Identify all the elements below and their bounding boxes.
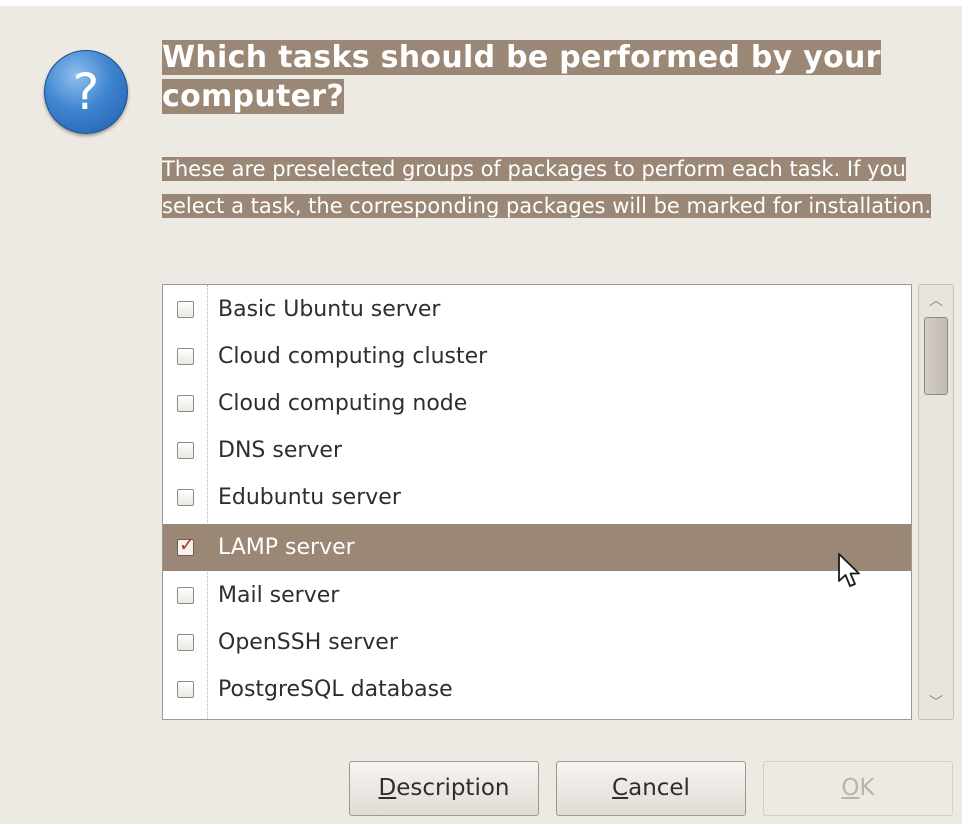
task-label: Edubuntu server bbox=[218, 485, 401, 510]
checkbox[interactable] bbox=[177, 489, 194, 506]
cancel-mnemonic: C bbox=[612, 775, 629, 801]
description-button[interactable]: Description bbox=[349, 761, 539, 816]
task-label: Mail server bbox=[218, 583, 340, 608]
mouse-pointer-icon bbox=[838, 553, 860, 587]
checkbox[interactable] bbox=[177, 301, 194, 318]
scroll-down-icon[interactable]: ﹀ bbox=[919, 693, 953, 713]
task-row-basic-ubuntu-server[interactable]: Basic Ubuntu server bbox=[163, 286, 911, 333]
ok-mnemonic: O bbox=[841, 775, 860, 801]
checkbox[interactable] bbox=[177, 587, 194, 604]
task-label: PostgreSQL database bbox=[218, 677, 453, 702]
checkbox-checked[interactable]: ✓ bbox=[177, 534, 195, 556]
task-row-lamp-server[interactable]: ✓ LAMP server bbox=[163, 524, 911, 571]
scroll-up-icon[interactable]: ︿ bbox=[919, 291, 953, 311]
dialog-title: Which tasks should be performed by your … bbox=[162, 38, 952, 116]
question-icon: ? bbox=[44, 50, 128, 134]
task-label: OpenSSH server bbox=[218, 630, 398, 655]
task-row-edubuntu-server[interactable]: Edubuntu server bbox=[163, 474, 911, 521]
task-row-postgresql-database[interactable]: PostgreSQL database bbox=[163, 666, 911, 713]
task-row-cloud-computing-node[interactable]: Cloud computing node bbox=[163, 380, 911, 427]
cancel-label: ancel bbox=[628, 775, 690, 801]
task-row-cloud-computing-cluster[interactable]: Cloud computing cluster bbox=[163, 333, 911, 380]
task-selection-dialog: ? Which tasks should be performed by you… bbox=[0, 6, 962, 824]
task-label: Cloud computing cluster bbox=[218, 344, 488, 369]
checkbox[interactable] bbox=[177, 634, 194, 651]
list-scrollbar[interactable]: ︿ ﹀ bbox=[918, 284, 954, 720]
checkmark-icon: ✓ bbox=[179, 534, 195, 556]
task-label: Cloud computing node bbox=[218, 391, 468, 416]
checkbox[interactable] bbox=[177, 348, 194, 365]
dialog-description-text: These are preselected groups of packages… bbox=[162, 157, 931, 218]
checkbox[interactable] bbox=[177, 442, 194, 459]
task-row-openssh-server[interactable]: OpenSSH server bbox=[163, 619, 911, 666]
ok-button[interactable]: OK bbox=[763, 761, 953, 816]
task-row-dns-server[interactable]: DNS server bbox=[163, 427, 911, 474]
dialog-description: These are preselected groups of packages… bbox=[162, 151, 962, 225]
checkbox[interactable] bbox=[177, 681, 194, 698]
cancel-button[interactable]: Cancel bbox=[556, 761, 746, 816]
description-mnemonic: D bbox=[378, 775, 397, 801]
task-label: DNS server bbox=[218, 438, 342, 463]
dialog-title-text: Which tasks should be performed by your … bbox=[162, 40, 881, 114]
task-label: LAMP server bbox=[218, 535, 355, 560]
task-label: Basic Ubuntu server bbox=[218, 297, 441, 322]
ok-label: K bbox=[859, 775, 875, 801]
task-row-mail-server[interactable]: Mail server bbox=[163, 572, 911, 619]
task-list[interactable]: Basic Ubuntu server Cloud computing clus… bbox=[162, 284, 912, 720]
scroll-thumb[interactable] bbox=[924, 317, 948, 395]
checkbox[interactable] bbox=[177, 395, 194, 412]
description-label: escription bbox=[396, 775, 510, 801]
